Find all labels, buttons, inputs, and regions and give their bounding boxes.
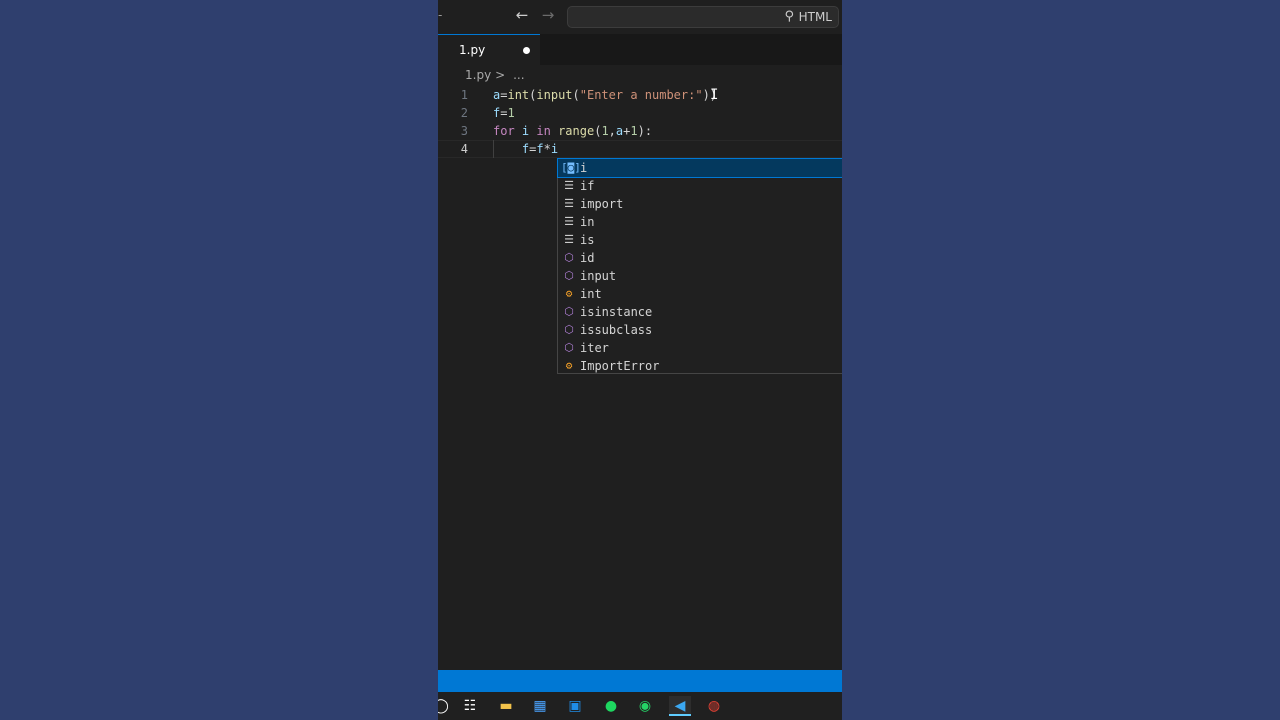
status-bar[interactable]: [438, 670, 842, 692]
token: 1: [601, 124, 609, 138]
suggestion-item[interactable]: ⚙ int: [558, 285, 842, 303]
token: *: [543, 142, 551, 156]
function-icon: ⬡: [564, 305, 574, 318]
suggestion-label: import: [580, 197, 624, 211]
suggestion-item[interactable]: ☰ import: [558, 195, 842, 213]
unsaved-dot-icon[interactable]: [523, 47, 530, 54]
token: "Enter a number:": [579, 88, 703, 102]
code-text: f=f*i: [493, 140, 558, 158]
tab-1-py[interactable]: 1.py: [438, 34, 540, 65]
function-icon: ⬡: [564, 323, 574, 336]
code-text: a=int(input("Enter a number:")): [493, 86, 717, 104]
suggestion-item[interactable]: [◙] i: [557, 158, 842, 178]
code-text: f=1: [493, 104, 515, 122]
spotify-icon[interactable]: ●: [600, 696, 622, 716]
function-icon: ⬡: [564, 269, 574, 282]
text-cursor-icon: I: [710, 87, 719, 103]
function-icon: ⬡: [564, 251, 574, 264]
line-number: 3: [460, 124, 468, 138]
suggestion-item[interactable]: ⬡ issubclass: [558, 321, 842, 339]
store-icon[interactable]: ▦: [529, 696, 551, 716]
token: ,: [608, 124, 616, 138]
suggestion-label: is: [580, 233, 595, 247]
keyword-icon: ☰: [564, 179, 574, 192]
token: 1: [630, 124, 638, 138]
suggestion-label: in: [580, 215, 595, 229]
search-icon: ⚲: [784, 9, 794, 24]
title-bar: - ← → ⚲ HTML: [438, 0, 842, 34]
search-icon[interactable]: ◯: [438, 696, 452, 716]
vscode-icon[interactable]: ◀: [669, 696, 691, 716]
function-icon: ⬡: [564, 341, 574, 354]
code-line: 3 for i in range(1,a+1):: [438, 122, 842, 140]
suggestion-label: iter: [580, 341, 609, 355]
token: for: [493, 124, 515, 138]
token: 1: [507, 106, 515, 120]
code-line-active: 4 f=f*i: [438, 140, 842, 158]
task-view-icon[interactable]: ☷: [459, 696, 481, 716]
code-line: 2 f=1: [438, 104, 842, 122]
code-text: for i in range(1,a+1):: [493, 122, 652, 140]
suggestion-item[interactable]: ☰ is: [558, 231, 842, 249]
class-icon: ⚙: [565, 287, 573, 300]
command-center-search[interactable]: ⚲ HTML: [567, 6, 839, 28]
outlook-icon[interactable]: ▣: [564, 696, 586, 716]
forward-arrow-icon[interactable]: →: [538, 6, 558, 24]
token: range: [558, 124, 595, 138]
suggestion-label: id: [580, 251, 595, 265]
suggestion-label: input: [580, 269, 617, 283]
variable-icon: [◙]: [561, 161, 581, 174]
taskbar: ◯ ☷ ▬ ▦ ▣ ● ◉ ◀ ◍: [438, 692, 842, 720]
tab-label: 1.py: [459, 43, 486, 57]
suggestion-item[interactable]: ⬡ iter: [558, 339, 842, 357]
line-number: 4: [460, 142, 468, 156]
token: i: [550, 142, 559, 156]
token: ):: [637, 124, 653, 138]
token: f: [536, 142, 544, 156]
suggestion-label: issubclass: [580, 323, 653, 337]
vscode-window: - ← → ⚲ HTML 1.py 1.py > ... 1 a=int(inpu…: [438, 0, 842, 720]
token: in: [536, 124, 551, 138]
suggestion-item[interactable]: ⚙ ImportError: [558, 357, 842, 375]
back-arrow-icon[interactable]: ←: [512, 6, 532, 24]
suggestion-item[interactable]: ⬡ isinstance: [558, 303, 842, 321]
tab-bar: 1.py: [438, 34, 842, 65]
token: (: [572, 88, 580, 102]
breadcrumb-separator: >: [495, 68, 506, 82]
suggestion-label: isinstance: [580, 305, 653, 319]
autocomplete-suggestions: [◙] i ☰ if ☰ import ☰ in ☰ is ⬡ id ⬡ input ⚙ int ⬡ isinst…: [557, 158, 842, 374]
suggestion-label: ImportError: [580, 359, 660, 373]
keyword-icon: ☰: [564, 215, 574, 228]
breadcrumb-more[interactable]: ...: [513, 68, 524, 82]
keyword-icon: ☰: [564, 197, 574, 210]
line-number: 2: [460, 106, 468, 120]
token: input: [536, 88, 573, 102]
suggestion-item[interactable]: ⬡ id: [558, 249, 842, 267]
file-explorer-icon[interactable]: ▬: [495, 696, 517, 716]
suggestion-item[interactable]: ⬡ input: [558, 267, 842, 285]
suggestion-label: i: [580, 161, 588, 175]
token: i: [521, 124, 530, 138]
search-label: HTML: [798, 10, 832, 24]
suggestion-label: int: [580, 287, 602, 301]
suggestion-item[interactable]: ☰ in: [558, 213, 842, 231]
whatsapp-icon[interactable]: ◉: [634, 696, 656, 716]
breadcrumb: 1.py > ...: [465, 68, 529, 86]
keyword-icon: ☰: [564, 233, 574, 246]
suggestion-label: if: [580, 179, 595, 193]
chrome-icon[interactable]: ◍: [703, 696, 725, 716]
token: int: [507, 88, 530, 102]
line-number: 1: [460, 88, 468, 102]
breadcrumb-file[interactable]: 1.py: [465, 68, 491, 82]
menu-icon[interactable]: -: [438, 8, 442, 22]
suggestion-item[interactable]: ☰ if: [558, 177, 842, 195]
class-icon: ⚙: [565, 359, 573, 372]
code-line: 1 a=int(input("Enter a number:")) I: [438, 86, 842, 104]
